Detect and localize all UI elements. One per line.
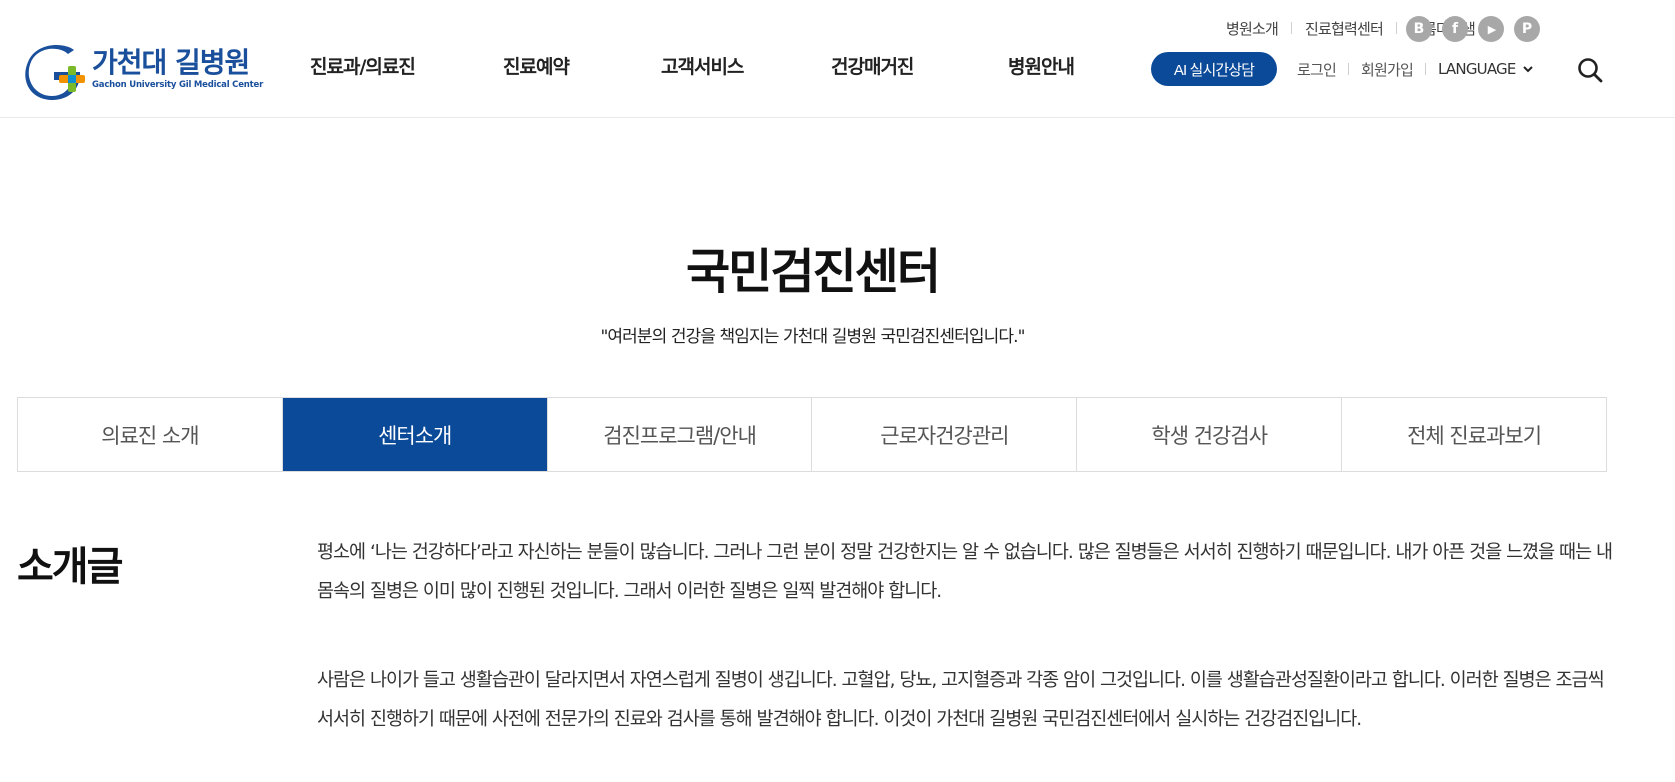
intro-paragraph-1: 평소에 ‘나는 건강하다’라고 자신하는 분들이 많습니다. 그러나 그런 분이… — [317, 542, 1613, 602]
page-subtitle: "여러분의 건강을 책임지는 가천대 길병원 국민검진센터입니다." — [600, 327, 1025, 347]
youtube-icon[interactable]: ▶ — [1478, 16, 1504, 42]
tab-worker-health[interactable]: 근로자건강관리 — [812, 398, 1078, 471]
link-cooperation-center[interactable]: 진료협력센터 — [1305, 18, 1384, 39]
logo-subtitle: Gachon University Gil Medical Center — [92, 80, 264, 90]
nav-hospital-info[interactable]: 병원안내 — [1008, 52, 1075, 79]
divider — [1290, 22, 1292, 34]
intro-paragraph-2: 사람은 나이가 들고 생활습관이 달라지면서 자연스럽게 질병이 생깁니다. 고… — [317, 670, 1605, 730]
nav-customer-service[interactable]: 고객서비스 — [661, 52, 744, 79]
nav-departments[interactable]: 진료과/의료진 — [310, 52, 416, 79]
search-icon[interactable] — [1576, 56, 1604, 84]
tab-checkup-programs[interactable]: 검진프로그램/안내 — [548, 398, 813, 471]
tab-student-checkup[interactable]: 학생 건강검사 — [1077, 398, 1343, 471]
signup-link[interactable]: 회원가입 — [1361, 59, 1414, 80]
nav-health-magazine[interactable]: 건강매거진 — [831, 52, 914, 79]
facebook-icon[interactable]: f — [1442, 16, 1468, 42]
page-title: 국민검진센터 — [686, 244, 941, 300]
tab-medical-staff[interactable]: 의료진 소개 — [18, 398, 283, 471]
divider — [1348, 63, 1350, 75]
divider — [1425, 63, 1427, 75]
site-header: 가천대 길병원 Gachon University Gil Medical Ce… — [0, 0, 1675, 118]
hospital-logo[interactable]: 가천대 길병원 Gachon University Gil Medical Ce… — [24, 44, 263, 100]
tab-all-departments[interactable]: 전체 진료과보기 — [1342, 398, 1606, 471]
divider — [1395, 22, 1397, 34]
logo-mark-icon — [25, 45, 85, 100]
chevron-down-icon — [1522, 66, 1533, 73]
sns-links: B f ▶ P — [1406, 16, 1540, 42]
utility-links-bottom: 로그인 회원가입 LANGUAGE — [1297, 58, 1534, 80]
section-title: 소개글 — [17, 544, 123, 590]
sub-tabs: 의료진 소개 센터소개 검진프로그램/안내 근로자건강관리 학생 건강검사 전체… — [17, 397, 1607, 472]
login-link[interactable]: 로그인 — [1297, 59, 1337, 80]
link-hospital-intro[interactable]: 병원소개 — [1226, 18, 1279, 39]
language-label: LANGUAGE — [1438, 60, 1516, 78]
ai-consult-button[interactable]: AI 실시간상담 — [1151, 52, 1277, 86]
nav-reservation[interactable]: 진료예약 — [503, 52, 570, 79]
logo-name: 가천대 길병원 — [92, 46, 250, 79]
tab-center-intro[interactable]: 센터소개 — [282, 398, 548, 471]
blog-icon[interactable]: B — [1406, 16, 1432, 42]
post-icon[interactable]: P — [1514, 16, 1540, 42]
language-select[interactable]: LANGUAGE — [1438, 60, 1533, 78]
